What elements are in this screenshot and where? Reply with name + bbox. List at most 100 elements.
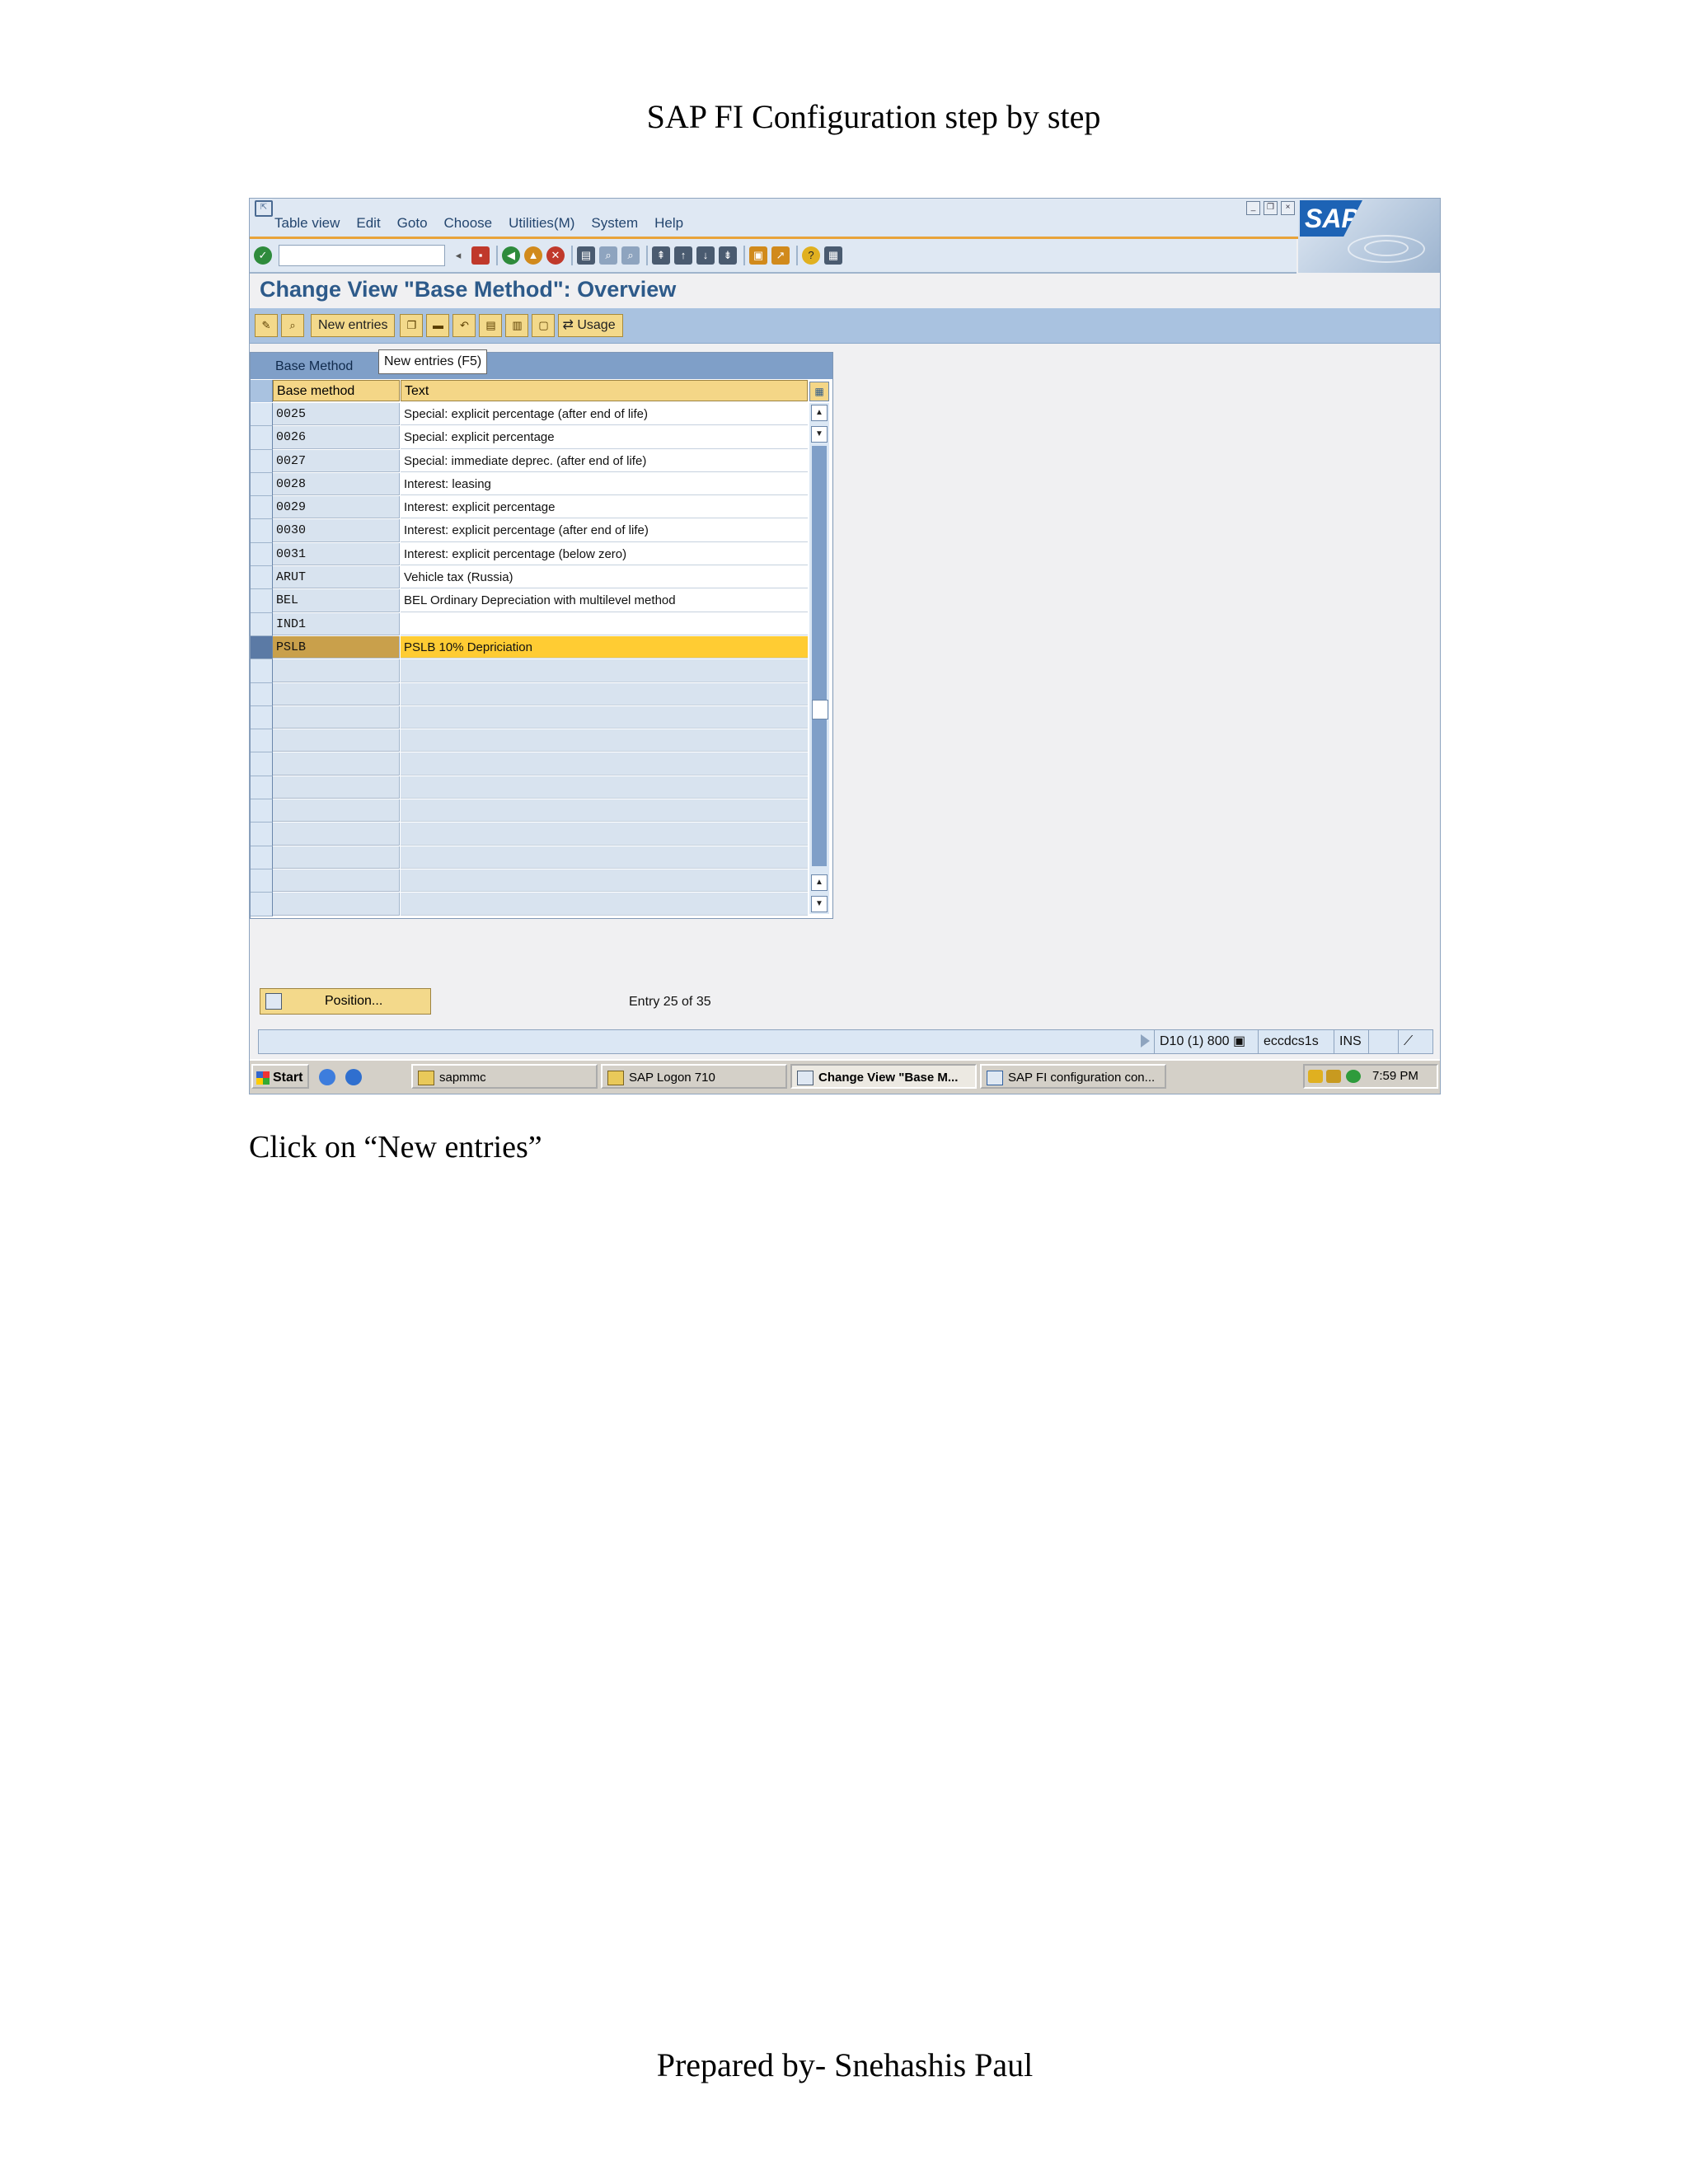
empty-table-row[interactable] [251,682,808,706]
cell-base-method[interactable]: 0028 [273,472,400,496]
cell-base-method[interactable] [273,659,400,682]
row-selector[interactable] [251,472,273,497]
display-change-icon[interactable]: ✎ [255,314,278,337]
empty-table-row[interactable] [251,776,808,800]
table-row[interactable]: 0030 Interest: explicit percentage (after… [251,519,808,543]
cell-base-method[interactable]: 0030 [273,519,400,542]
menu-table-view[interactable]: Table view [274,215,340,232]
cell-text[interactable]: Interest: explicit percentage (below zer… [401,542,808,566]
status-system[interactable]: D10 (1) 800 ▣ [1154,1030,1257,1053]
details-icon[interactable]: ⌕ [281,314,304,337]
new-entries-button[interactable]: New entries [311,314,396,337]
menu-goto[interactable]: Goto [397,215,428,232]
menu-utilities[interactable]: Utilities(M) [509,215,574,232]
task-sap-logon[interactable]: SAP Logon 710 [601,1064,787,1089]
empty-table-row[interactable] [251,659,808,683]
row-selector[interactable] [251,799,273,823]
row-selector[interactable] [251,403,273,427]
menu-help[interactable]: Help [654,215,683,232]
empty-table-row[interactable] [251,869,808,893]
delete-icon[interactable]: ▬ [426,314,450,337]
scroll-page-up-icon[interactable]: ▲ [811,874,828,891]
row-selector[interactable] [251,823,273,846]
empty-table-row[interactable] [251,705,808,730]
cell-base-method[interactable] [273,705,400,729]
back-icon[interactable]: ◀ [502,246,520,265]
cell-text[interactable]: Interest: explicit percentage (after end… [401,519,808,542]
select-block-icon[interactable]: ▥ [505,314,529,337]
cell-base-method[interactable] [273,729,400,752]
cell-base-method[interactable] [273,846,400,869]
usage-button[interactable]: ⇄ Usage [558,314,623,337]
cell-base-method[interactable] [273,682,400,705]
new-session-icon[interactable]: ▣ [749,246,767,265]
close-icon[interactable]: × [1281,201,1295,215]
deselect-all-icon[interactable]: ▢ [532,314,556,337]
row-selector[interactable] [251,426,273,450]
cell-base-method[interactable]: 0029 [273,496,400,519]
cell-text[interactable]: Vehicle tax (Russia) [401,566,808,589]
scroll-page-down-icon[interactable]: ▼ [811,426,828,443]
row-selector[interactable] [251,635,273,660]
layout-menu-icon[interactable]: ▦ [824,246,842,265]
cell-text[interactable] [401,752,808,776]
vertical-scrollbar[interactable]: ▲ ▼ ▲ ▼ [809,403,829,914]
menu-system[interactable]: System [591,215,638,232]
cell-base-method[interactable]: 0031 [273,542,400,566]
row-selector[interactable] [251,869,273,893]
help-icon[interactable]: ? [802,246,820,265]
table-row[interactable]: 0026 Special: explicit percentage [251,426,808,450]
cell-text[interactable]: Interest: leasing [401,472,808,496]
row-selector[interactable] [251,776,273,800]
row-selector[interactable] [251,612,273,636]
menu-edit[interactable]: Edit [356,215,380,232]
cell-base-method[interactable] [273,799,400,823]
row-selector[interactable] [251,659,273,683]
row-selector[interactable] [251,893,273,916]
cell-base-method[interactable]: IND1 [273,612,400,635]
back-triangle-icon[interactable]: ◂ [449,246,467,265]
row-selector[interactable] [251,566,273,590]
restore-icon[interactable]: ❐ [1264,201,1278,215]
row-selector[interactable] [251,496,273,520]
table-row[interactable]: BEL BEL Ordinary Depreciation with multil… [251,589,808,613]
row-selector[interactable] [251,682,273,706]
empty-table-row[interactable] [251,752,808,776]
task-change-view[interactable]: Change View "Base M... [790,1064,977,1089]
table-row[interactable]: IND1 [251,612,808,636]
cell-text[interactable] [401,846,808,869]
next-page-icon[interactable]: ↓ [696,246,715,265]
row-selector[interactable] [251,542,273,567]
cell-base-method[interactable] [273,752,400,776]
column-header-text[interactable]: Text [401,380,808,401]
command-field[interactable] [279,245,445,266]
tray-network-icon[interactable] [1326,1070,1341,1083]
scroll-track[interactable] [812,446,827,866]
scroll-down-icon[interactable]: ▼ [811,896,828,912]
task-sapmmc[interactable]: sapmmc [411,1064,598,1089]
row-selector[interactable] [251,449,273,473]
cell-text[interactable] [401,799,808,823]
cell-text[interactable]: PSLB 10% Depriciation [401,635,808,659]
cell-base-method[interactable]: ARUT [273,566,400,589]
cell-base-method[interactable] [273,893,400,916]
empty-table-row[interactable] [251,823,808,846]
table-row[interactable]: 0028 Interest: leasing [251,472,808,497]
find-next-icon[interactable]: ⌕ [621,246,640,265]
column-header-base-method[interactable]: Base method [273,380,400,401]
table-row[interactable]: 0025 Special: explicit percentage (after … [251,403,808,427]
cell-text[interactable]: Special: explicit percentage (after end … [401,403,808,426]
scroll-thumb[interactable] [812,700,828,719]
find-icon[interactable]: ⌕ [599,246,617,265]
tray-status-icon[interactable] [1346,1070,1361,1083]
cell-text[interactable]: Interest: explicit percentage [401,496,808,519]
cell-base-method[interactable] [273,823,400,846]
cell-base-method[interactable] [273,776,400,799]
save-icon[interactable]: ▪ [471,246,490,265]
internet-explorer-icon[interactable] [345,1069,362,1085]
cell-base-method[interactable]: BEL [273,589,400,612]
row-selector[interactable] [251,589,273,613]
status-mode[interactable]: INS [1334,1030,1369,1053]
show-desktop-icon[interactable] [319,1069,335,1085]
cell-text[interactable] [401,612,808,635]
